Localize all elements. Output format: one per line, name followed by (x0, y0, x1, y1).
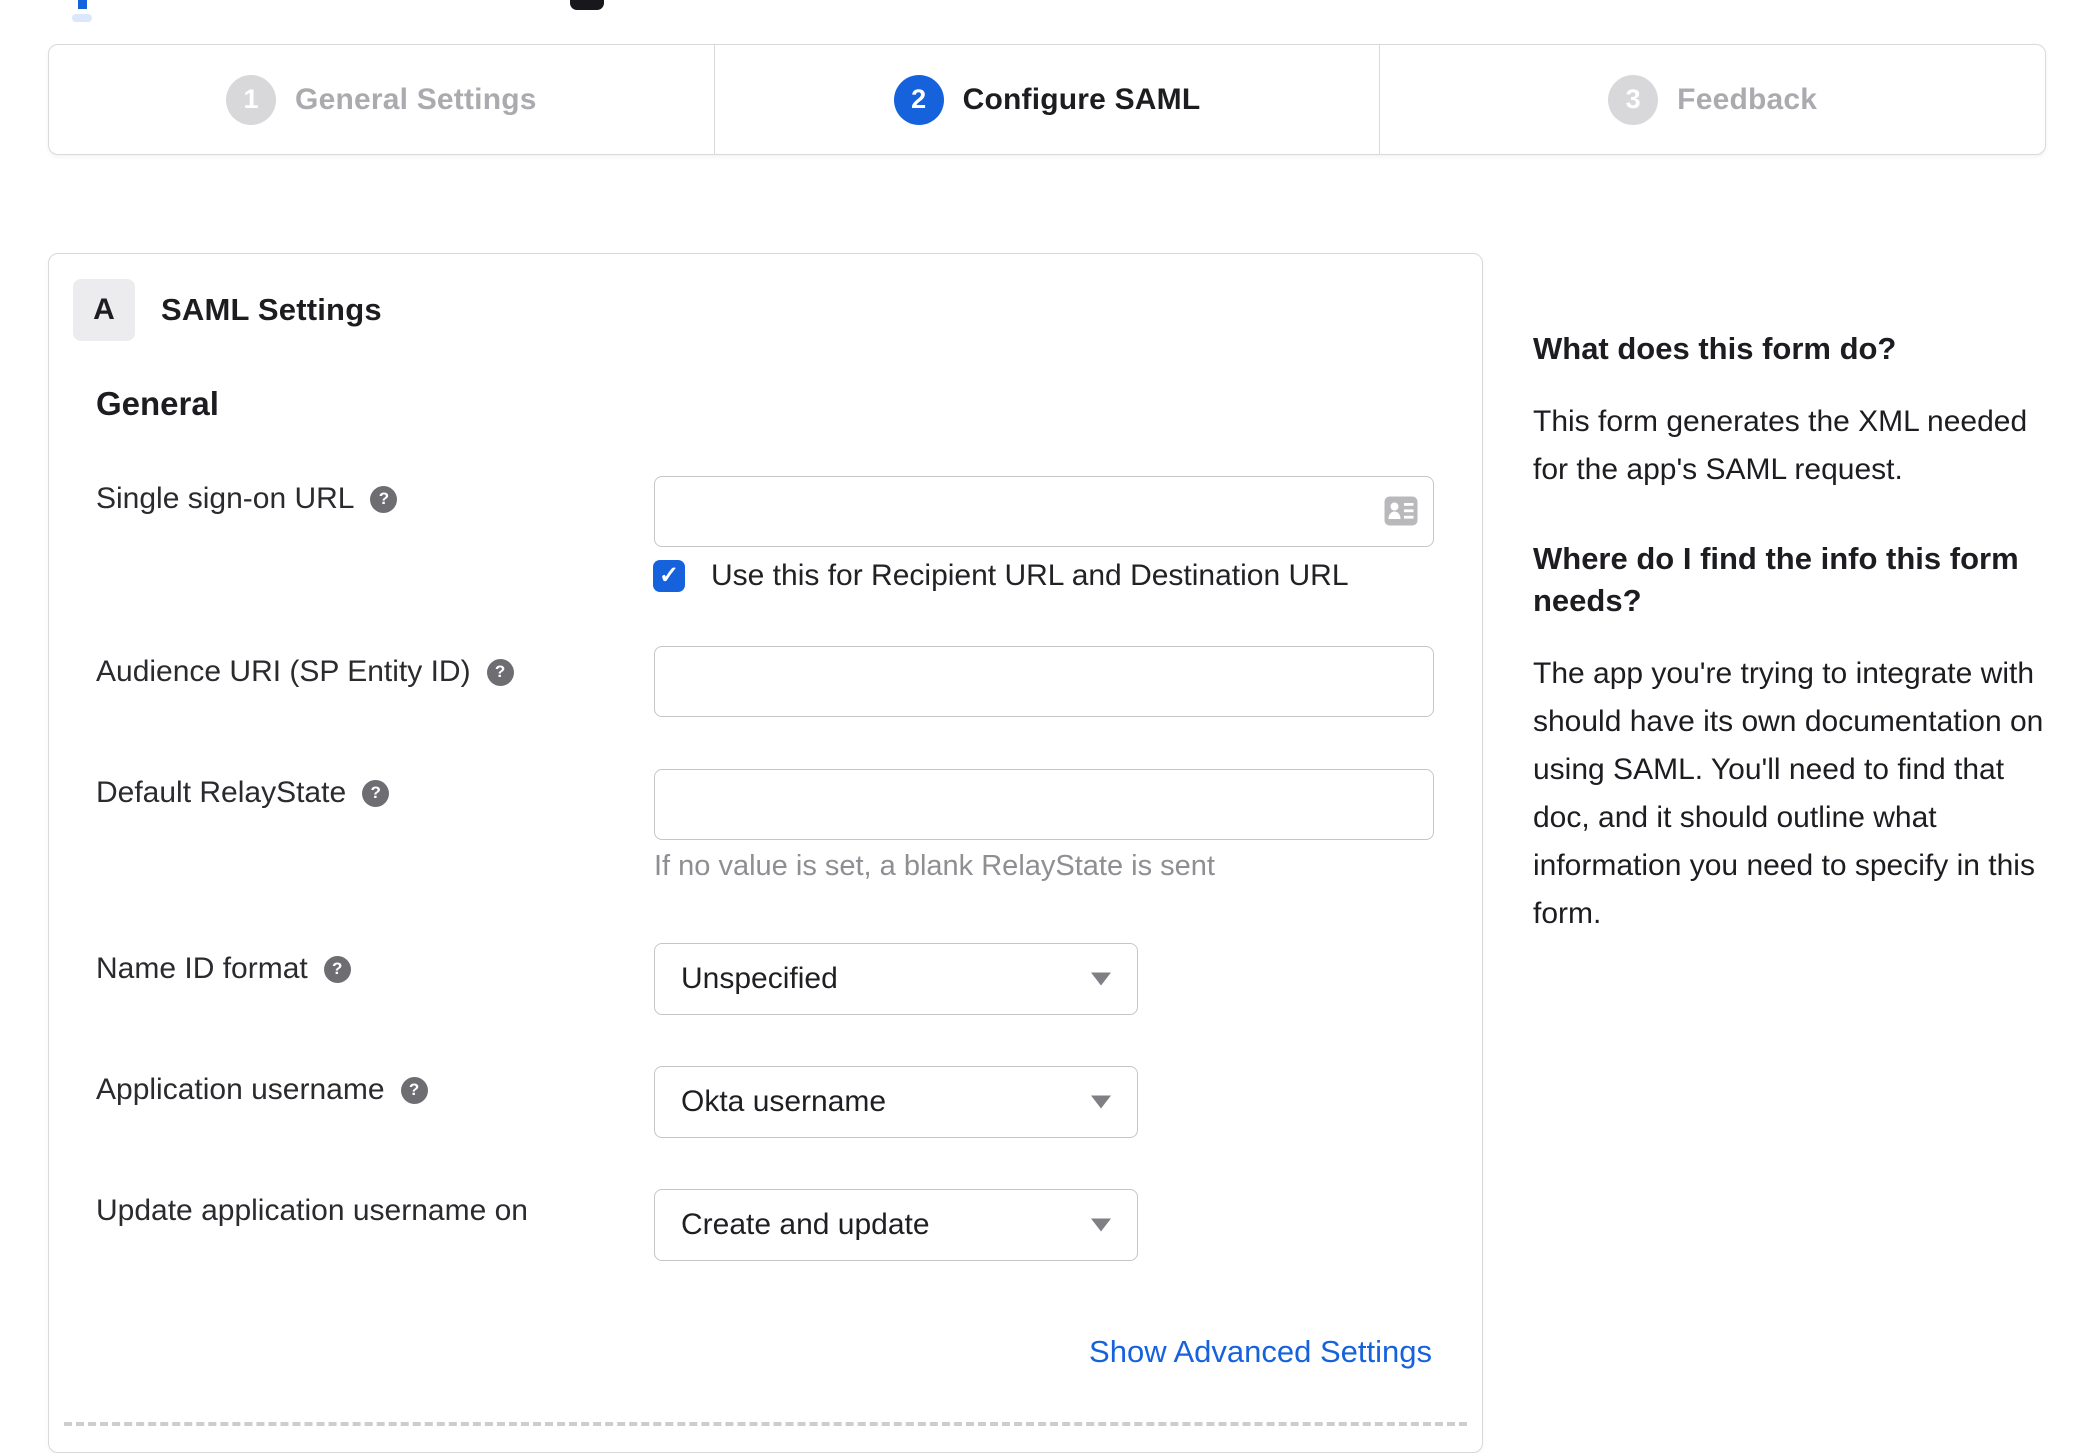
step-3-label: Feedback (1677, 82, 1818, 116)
relay-state-label: Default RelayState (96, 776, 347, 809)
section-dashed-divider (64, 1422, 1467, 1426)
chevron-down-icon (1091, 972, 1111, 986)
audience-uri-help-icon[interactable]: ? (486, 658, 514, 686)
sidebar-question-2: Where do I find the info this form needs… (1533, 541, 2019, 618)
sso-url-input[interactable] (654, 476, 1434, 547)
audience-uri-label-row: Audience URI (SP Entity ID) ? (96, 654, 514, 690)
wizard-stepper: 1 General Settings 2 Configure SAML 3 Fe… (48, 44, 2046, 155)
recipient-url-checkbox[interactable]: ✓ (653, 560, 685, 592)
sidebar-answer-1: This form generates the XML needed for t… (1533, 405, 2028, 486)
step-configure-saml[interactable]: 2 Configure SAML (713, 45, 1380, 154)
saml-settings-panel: A SAML Settings General Single sign-on U… (48, 253, 1483, 1453)
update-app-username-label-row: Update application username on (96, 1193, 528, 1229)
step-3-number-badge: 3 (1608, 74, 1659, 125)
relay-state-hint: If no value is set, a blank RelayState i… (654, 850, 1215, 882)
step-feedback[interactable]: 3 Feedback (1379, 45, 2045, 154)
step-2-label: Configure SAML (962, 82, 1201, 116)
app-username-select[interactable]: Okta username (654, 1066, 1138, 1138)
sso-url-input-wrap (654, 476, 1434, 547)
name-id-format-select[interactable]: Unspecified (654, 943, 1138, 1015)
relay-state-help-icon[interactable]: ? (362, 779, 390, 807)
name-id-format-help-icon[interactable]: ? (323, 955, 351, 983)
chevron-down-icon (1091, 1218, 1111, 1232)
name-id-format-selected-value: Unspecified (681, 962, 838, 995)
section-letter-badge: A (73, 279, 135, 341)
step-1-label: General Settings (295, 82, 537, 116)
sidebar-answer-2: The app you're trying to integrate with … (1533, 657, 2044, 930)
show-advanced-settings-link[interactable]: Show Advanced Settings (1089, 1334, 1432, 1370)
update-app-username-selected-value: Create and update (681, 1208, 930, 1241)
step-general-settings[interactable]: 1 General Settings (49, 45, 714, 154)
name-id-format-label: Name ID format (96, 952, 308, 985)
app-username-label: Application username (96, 1073, 385, 1106)
sso-url-help-icon[interactable]: ? (370, 485, 398, 513)
general-group-heading: General (96, 385, 219, 422)
audience-uri-input[interactable] (654, 646, 1434, 717)
update-app-username-select[interactable]: Create and update (654, 1189, 1138, 1261)
name-id-format-label-row: Name ID format ? (96, 951, 351, 987)
sso-url-label: Single sign-on URL (96, 482, 355, 515)
section-title: SAML Settings (161, 292, 382, 327)
app-username-label-row: Application username ? (96, 1072, 428, 1108)
cutoff-header-blue-fragment (78, 0, 87, 9)
step-1-number-badge: 1 (226, 74, 277, 125)
audience-uri-label: Audience URI (SP Entity ID) (96, 655, 471, 688)
cutoff-header-blue-smudge (72, 14, 92, 22)
step-2-number-badge: 2 (893, 74, 944, 125)
app-username-selected-value: Okta username (681, 1085, 887, 1118)
relay-state-input[interactable] (654, 769, 1434, 840)
update-app-username-label: Update application username on (96, 1194, 528, 1227)
chevron-down-icon (1091, 1095, 1111, 1109)
recipient-url-checkbox-label[interactable]: Use this for Recipient URL and Destinati… (711, 558, 1349, 594)
sidebar-question-1: What does this form do? (1533, 331, 1897, 366)
help-sidebar: What does this form do? This form genera… (1533, 328, 2065, 982)
app-username-help-icon[interactable]: ? (400, 1076, 428, 1104)
sso-url-label-row: Single sign-on URL ? (96, 481, 398, 517)
cutoff-header-logo-fragment (570, 0, 604, 10)
relay-state-label-row: Default RelayState ? (96, 775, 390, 811)
